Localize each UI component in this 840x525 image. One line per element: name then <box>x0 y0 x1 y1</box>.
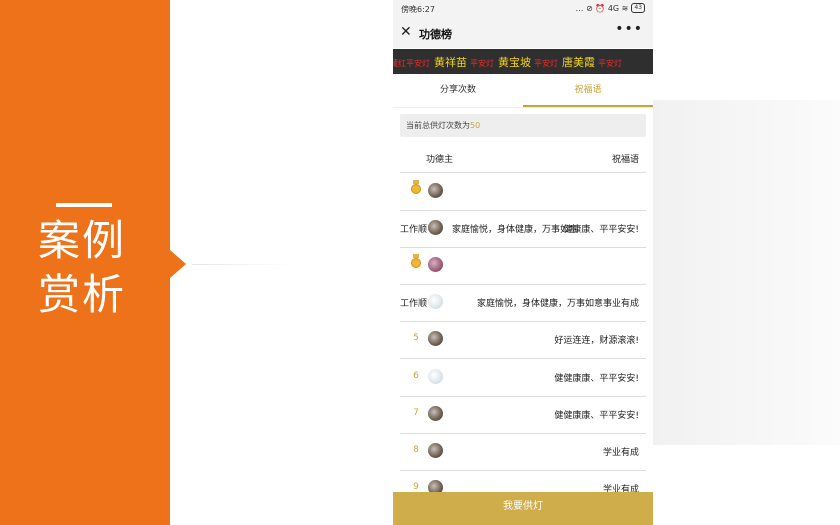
table-row[interactable] <box>400 173 646 211</box>
close-icon[interactable]: ✕ <box>400 24 412 40</box>
blessing-text: 健健康康、平平安安! <box>554 373 639 384</box>
rank-number: 6 <box>413 370 419 381</box>
phone-screen: 傍晚6:27 … ⊘ ⏰ 4G ≋ 43 ✕ 功德榜 ••• 藏红平安灯 黄祥苗平… <box>393 0 653 525</box>
battery-icon: 43 <box>631 3 645 13</box>
avatar <box>428 405 443 421</box>
marquee-item: 唐美霞 平安灯 <box>562 54 622 70</box>
nav-bar: ✕ 功德榜 ••• <box>393 18 653 48</box>
total-lamp-count: 当前总供灯次数为50 <box>400 114 646 137</box>
marquee-donor-name: 黄祥苗 <box>434 56 467 69</box>
column-blessing: 祝福语 <box>611 155 639 165</box>
marquee-action: 平安灯 <box>534 59 558 68</box>
total-label: 当前总供灯次数为 <box>406 121 470 130</box>
blessing-text: 家庭愉悦，身体健康，万事如意事业有成 <box>476 299 639 310</box>
phone-shadow <box>652 100 840 445</box>
overlapping-text: 工作顺 <box>400 225 428 236</box>
marquee-action: 平安灯 <box>598 59 622 68</box>
marquee-item: 黄祥苗 平安灯 <box>434 54 494 70</box>
blessing-text: 好运连连，财源滚滚! <box>554 336 639 347</box>
avatar <box>428 183 443 198</box>
column-donor: 功德主 <box>426 155 454 165</box>
table-row[interactable]: 6 健健康康、平平安安! <box>400 359 646 397</box>
rank-number: 5 <box>413 333 419 344</box>
rank-number: 9 <box>413 481 419 492</box>
table-row[interactable] <box>400 247 646 286</box>
slide-title: 案例 赏析 <box>38 214 126 322</box>
medal-icon <box>411 180 421 194</box>
avatar <box>428 294 443 310</box>
tab-blessings[interactable]: 祝福语 <box>523 76 653 107</box>
avatar <box>428 257 443 273</box>
medal-icon <box>411 254 421 269</box>
table-row[interactable]: 7 健健康康、平平安安! <box>400 396 646 434</box>
marquee-action: 平安灯 <box>470 59 494 68</box>
tab-bar: 分享次数 祝福语 <box>393 76 653 108</box>
panel-pointer-arrow <box>170 250 186 278</box>
rank-number: 8 <box>413 444 419 455</box>
more-icon[interactable]: ••• <box>615 21 643 37</box>
overlapping-text: 家庭愉悦，身体健康，万事如意 <box>452 225 579 236</box>
marquee-donor-name: 唐美霞 <box>562 56 595 69</box>
marquee-track: 藏红平安灯 黄祥苗 平安灯 黄宝坡 平安灯 唐美霞 平安灯 <box>393 54 626 70</box>
marquee-action: 藏红平安灯 <box>393 59 430 68</box>
blessing-text: 健健康康、平平安安! <box>554 410 639 421</box>
tab-share-count[interactable]: 分享次数 <box>393 76 523 105</box>
total-value: 50 <box>470 121 481 130</box>
avatar <box>428 220 443 236</box>
marquee-donor-name: 黄宝坡 <box>498 56 531 69</box>
table-row[interactable]: 工作顺 家庭愉悦，身体健康，万事如意事业有成 <box>400 284 646 323</box>
slide-title-line2: 赏析 <box>38 270 127 319</box>
avatar <box>428 442 443 458</box>
overlapping-text: 工作顺 <box>400 299 428 310</box>
marquee-item: 黄宝坡 平安灯 <box>498 54 558 70</box>
page-title: 功德榜 <box>419 28 452 41</box>
donor-marquee: 藏红平安灯 黄祥苗 平安灯 黄宝坡 平安灯 唐美霞 平安灯 <box>393 49 653 74</box>
slide-title-line1: 案例 <box>38 216 127 265</box>
slide-side-panel: 案例 赏析 <box>0 0 170 525</box>
table-row[interactable]: 8 学业有成 <box>400 433 646 471</box>
rank-number: 7 <box>413 407 419 418</box>
blessing-text: 健康康、平平安安! <box>563 225 639 236</box>
status-bar: 傍晚6:27 … ⊘ ⏰ 4G ≋ 43 <box>393 0 653 18</box>
decorative-line <box>192 264 292 265</box>
offer-lamp-button[interactable]: 我要供灯 <box>393 492 653 525</box>
title-dash <box>56 203 112 207</box>
status-time: 傍晚6:27 <box>401 5 435 14</box>
table-row[interactable]: 5 好运连连，财源滚滚! <box>400 321 646 360</box>
table-row[interactable]: 工作顺 家庭愉悦，身体健康，万事如意 健康康、平平安安! <box>400 210 646 249</box>
marquee-item: 藏红平安灯 <box>393 58 430 69</box>
avatar <box>428 331 443 347</box>
status-icons: … ⊘ ⏰ 4G ≋ 43 <box>576 3 645 13</box>
avatar <box>428 368 443 384</box>
table-header: 功德主 祝福语 <box>400 146 646 173</box>
signal-icons: … ⊘ ⏰ 4G ≋ <box>575 3 629 13</box>
blessing-text: 学业有成 <box>602 447 639 458</box>
